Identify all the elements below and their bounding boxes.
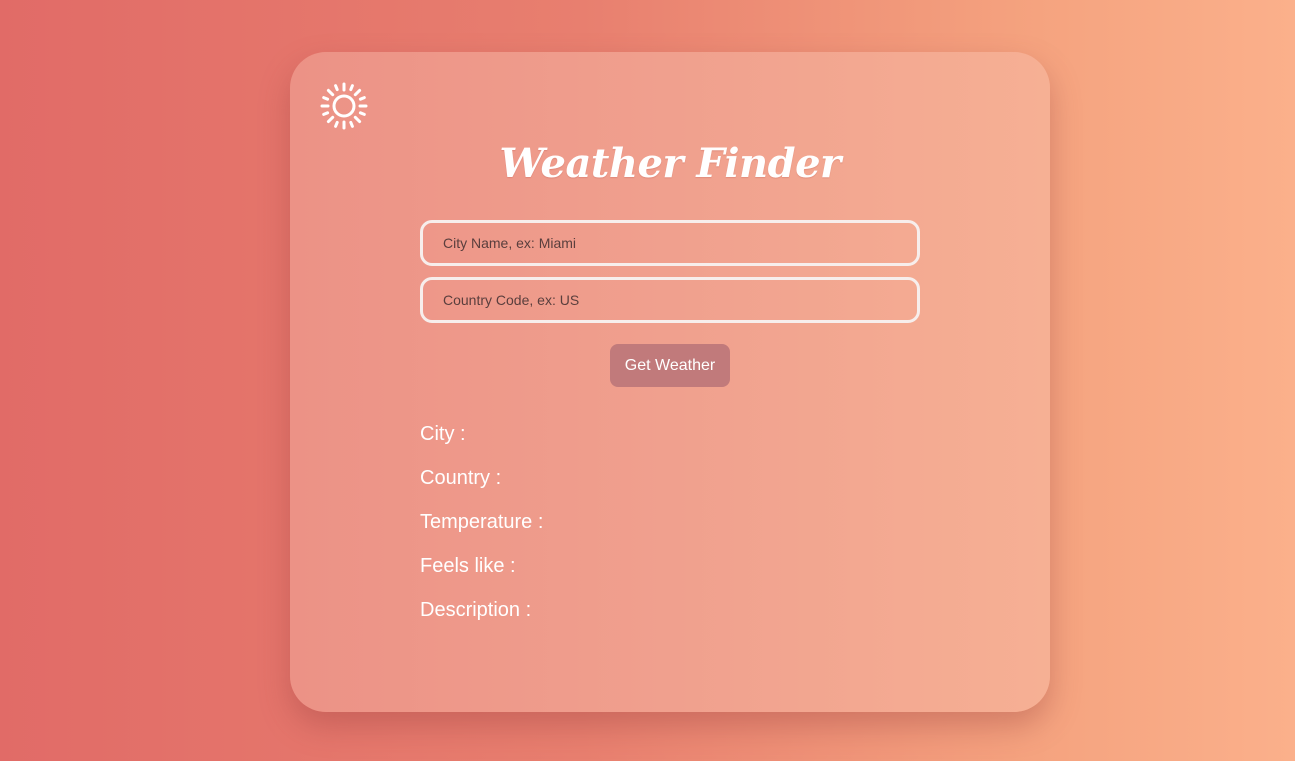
description-result-label: Description : (420, 599, 532, 621)
weather-card: Weather Finder Get Weather City : Countr… (290, 52, 1050, 712)
city-result-label: City : (420, 423, 466, 445)
city-name-input[interactable] (420, 220, 920, 266)
temperature-result-label: Temperature : (420, 511, 544, 533)
weather-results: City : Country : Temperature : Feels lik… (420, 420, 920, 640)
feels-like-result-label: Feels like : (420, 555, 516, 577)
country-result-label: Country : (420, 467, 502, 489)
page-title: Weather Finder (499, 140, 841, 187)
sun-icon (320, 82, 368, 130)
country-code-input[interactable] (420, 277, 920, 323)
get-weather-button[interactable]: Get Weather (610, 344, 730, 387)
